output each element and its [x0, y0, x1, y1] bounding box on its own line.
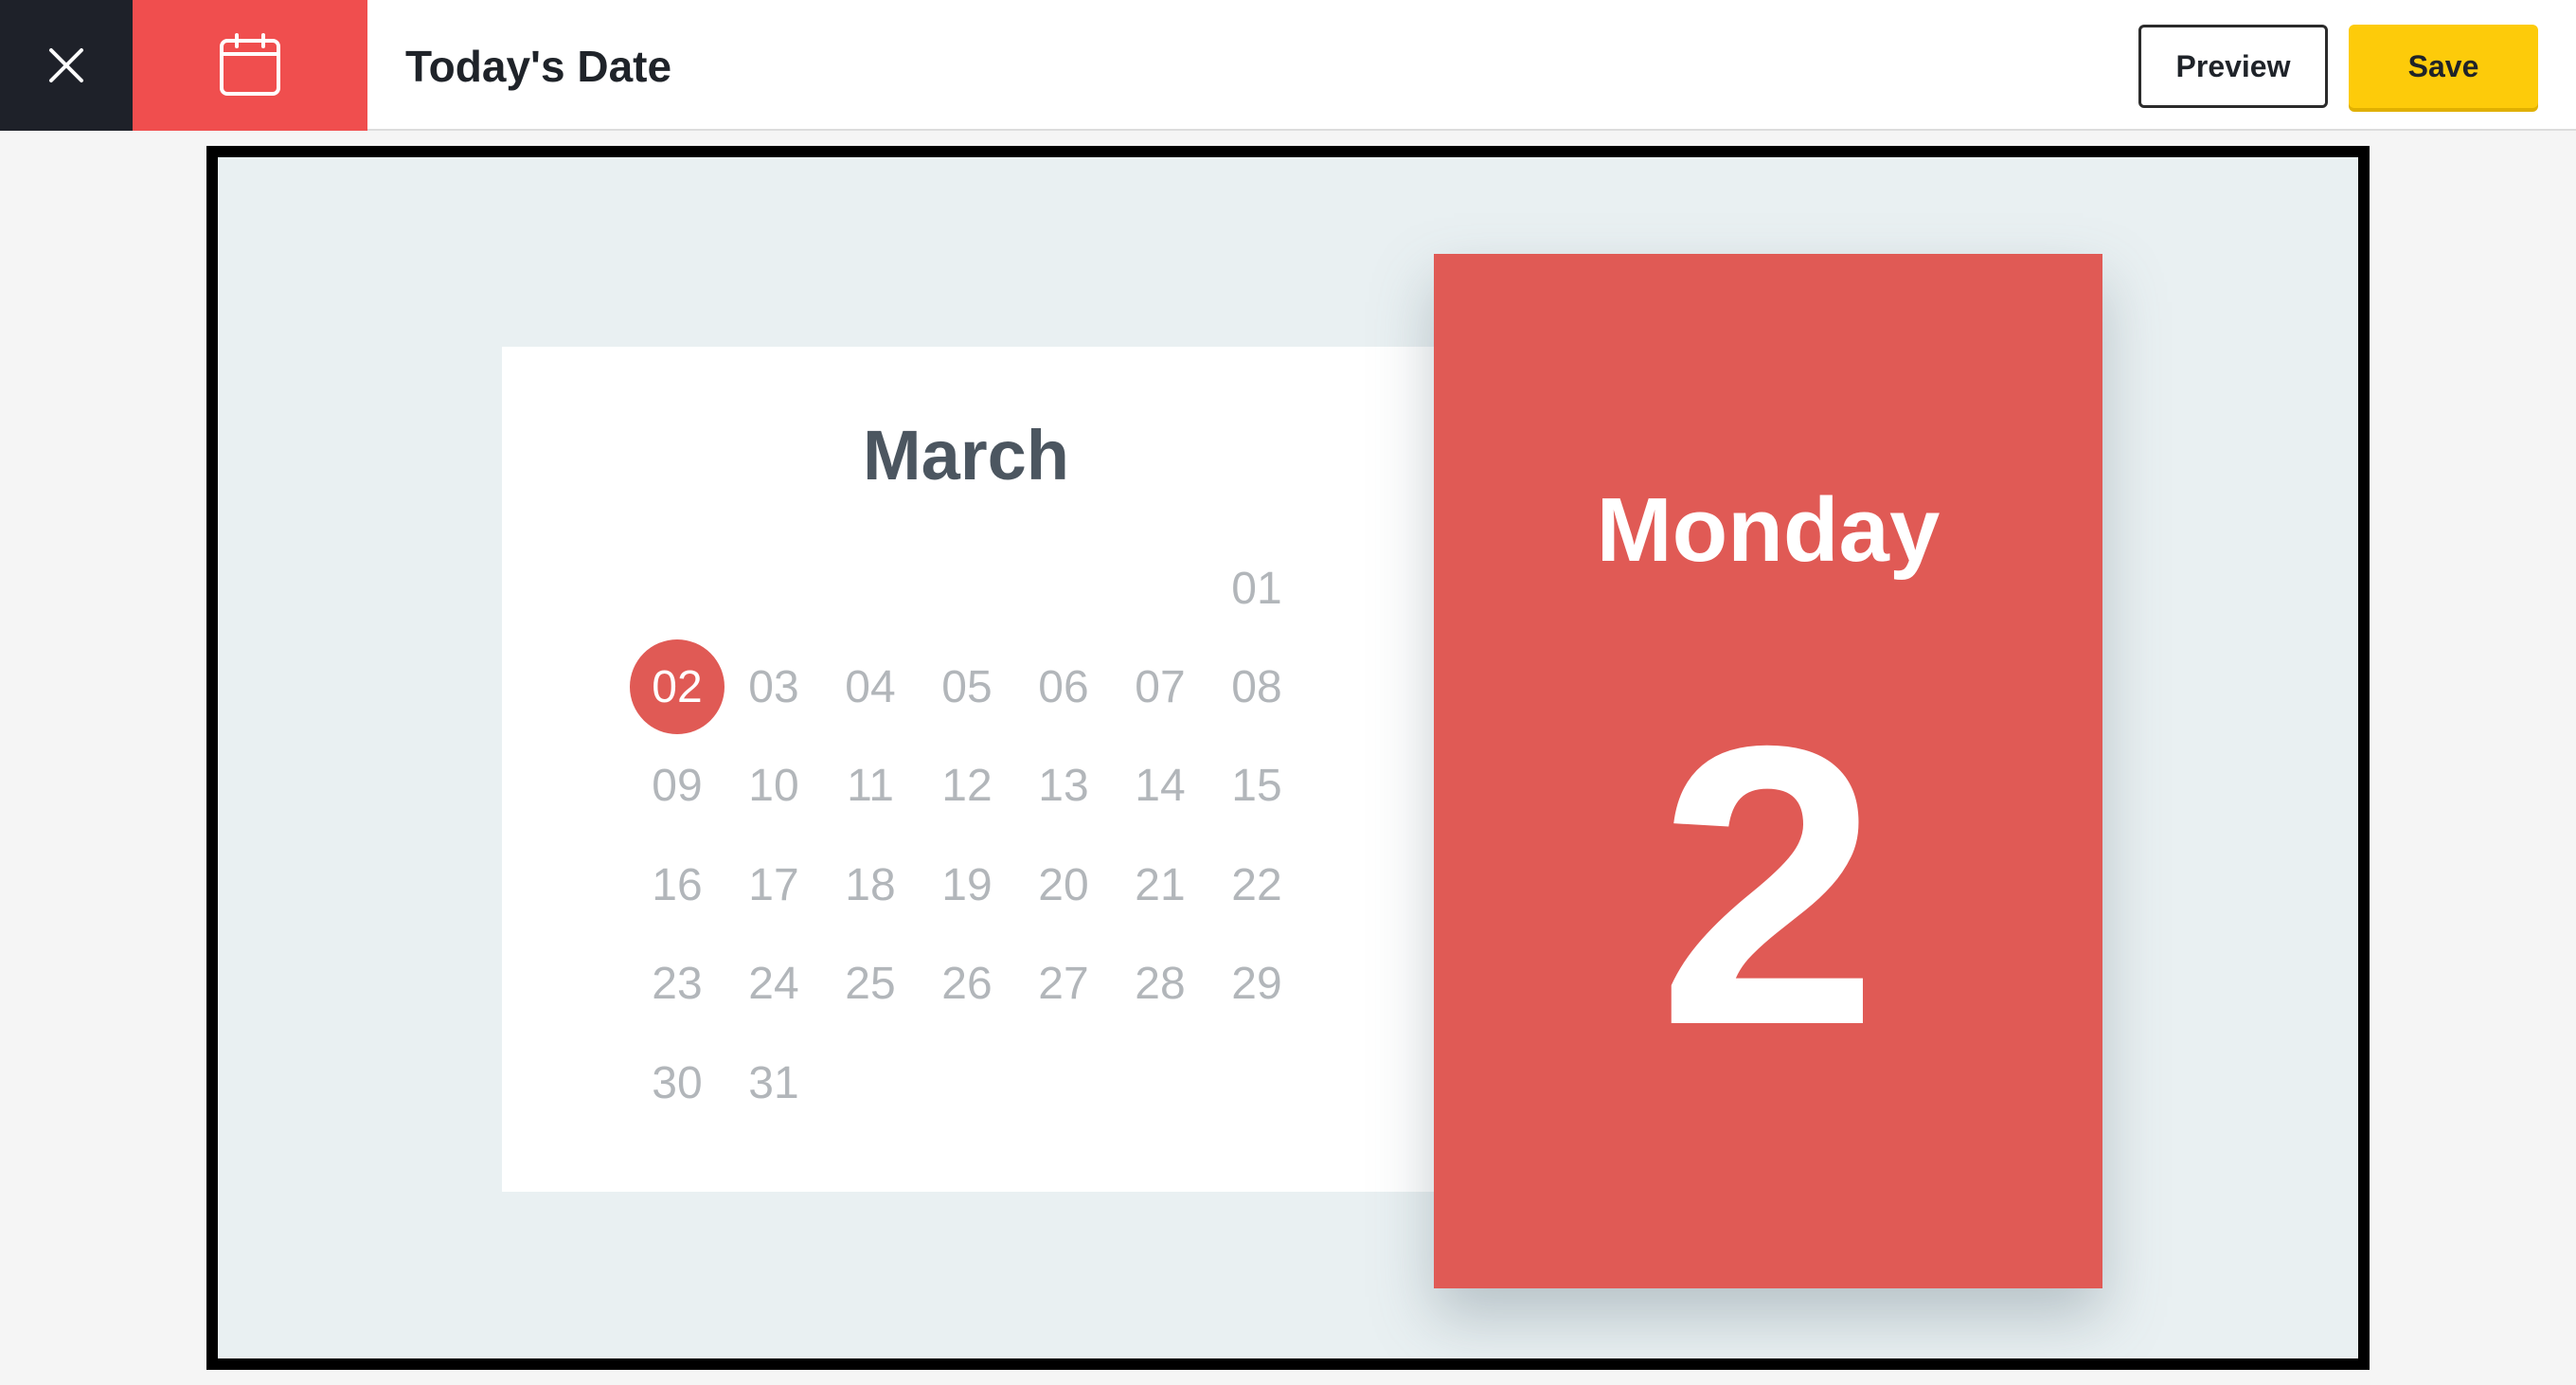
- app-icon-tile: [133, 0, 367, 131]
- calendar-day: 25: [845, 959, 896, 1010]
- app-title: Today's Date: [405, 42, 672, 91]
- calendar-day: 16: [652, 859, 703, 910]
- calendar-day: 30: [652, 1057, 703, 1108]
- calendar-day: 31: [748, 1057, 799, 1108]
- top-bar: Today's Date Preview Save: [0, 0, 2576, 131]
- calendar-day: 01: [1231, 563, 1282, 614]
- calendar-day: 09: [652, 761, 703, 812]
- calendar-day: 14: [1135, 761, 1186, 812]
- preview-frame: March 01 02 03 04 05 06 07 08 09 10 11 12 13 14 15 16 17…: [206, 146, 2370, 1370]
- calendar-day: 27: [1038, 959, 1089, 1010]
- calendar-day: 11: [847, 761, 894, 812]
- calendar-day: 18: [845, 859, 896, 910]
- month-title: March: [863, 416, 1069, 495]
- calendar-day: 23: [652, 959, 703, 1010]
- calendar-day: 26: [941, 959, 993, 1010]
- day-number: 2: [1657, 664, 1879, 1108]
- calendar-day: 24: [748, 959, 799, 1010]
- close-icon: [49, 48, 83, 82]
- calendar-day: 07: [1135, 661, 1186, 712]
- today-card: Monday 2: [1434, 254, 2102, 1288]
- calendar-day: 22: [1231, 859, 1282, 910]
- calendar-day: 19: [941, 859, 993, 910]
- calendar-day: 06: [1038, 661, 1089, 712]
- calendar-day: 10: [748, 761, 799, 812]
- calendar-day: 17: [748, 859, 799, 910]
- month-calendar-card: March 01 02 03 04 05 06 07 08 09 10 11 12 13 14 15 16 17…: [502, 347, 1449, 1192]
- calendar-day: 03: [748, 661, 799, 712]
- calendar-day: 13: [1038, 761, 1089, 812]
- preview-button[interactable]: Preview: [2138, 25, 2328, 108]
- calendar-icon: [220, 33, 280, 96]
- calendar-day: 29: [1231, 959, 1282, 1010]
- calendar-day: 28: [1135, 959, 1186, 1010]
- calendar-day: 12: [941, 761, 993, 812]
- calendar-day: 21: [1135, 859, 1186, 910]
- weekday-label: Monday: [1596, 479, 1941, 581]
- close-button[interactable]: [0, 0, 133, 131]
- calendar-day: 04: [845, 661, 896, 712]
- selected-day: 02: [630, 639, 724, 735]
- calendar-day: 15: [1231, 761, 1282, 812]
- save-button[interactable]: Save: [2349, 25, 2538, 108]
- calendar-day: 05: [941, 661, 993, 712]
- calendar-day: 20: [1038, 859, 1089, 910]
- calendar-day: 08: [1231, 661, 1282, 712]
